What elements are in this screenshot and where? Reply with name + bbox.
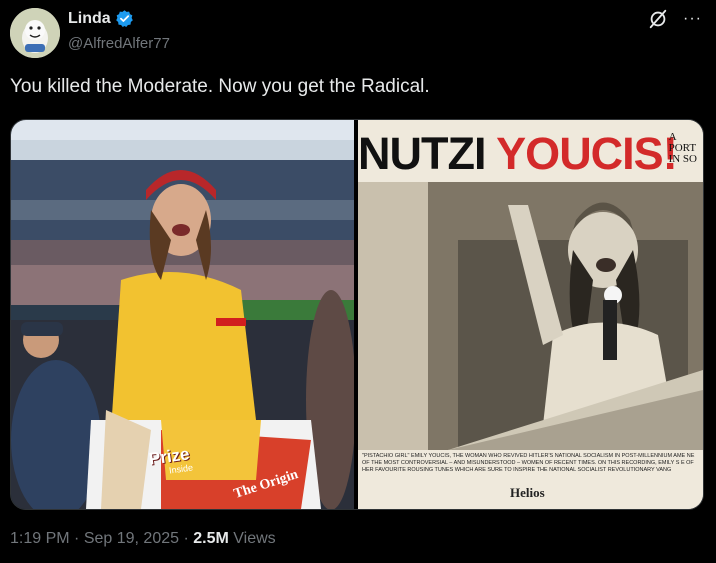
poster-photo[interactable]: NUTZI YOUCIS! A PORT IN SO "PISTACHIO GI… xyxy=(358,120,703,509)
tweet-text: You killed the Moderate. Now you get the… xyxy=(10,76,430,97)
stadium-photo[interactable]: Prize Inside The Origin xyxy=(11,120,354,509)
tweet-media[interactable]: Prize Inside The Origin NUTZI YOUCIS! A … xyxy=(10,119,704,510)
tweet-time[interactable]: 1:19 PM xyxy=(10,530,70,547)
meta-separator-1: · xyxy=(69,530,84,547)
poster-logo: Helios xyxy=(510,485,545,500)
views-count: 2.5M xyxy=(193,530,229,547)
poster-corner-text: A PORT IN SO xyxy=(669,132,697,165)
avatar-cartoon-icon xyxy=(10,8,60,58)
avatar[interactable] xyxy=(10,8,60,58)
poster-title-red: YOUCIS! xyxy=(496,128,678,179)
author-display-name[interactable]: Linda xyxy=(68,10,111,28)
views-label: Views xyxy=(228,530,276,547)
tweet-meta: 1:19 PM · Sep 19, 2025 · 2.5M Views xyxy=(10,530,276,548)
poster-caption: "PISTACHIO GIRL" EMILY YOUCIS, THE WOMAN… xyxy=(362,453,695,473)
author-handle[interactable]: @AlfredAlfer77 xyxy=(68,35,170,52)
more-icon[interactable]: ··· xyxy=(683,8,702,30)
poster-title: NUTZI YOUCIS! xyxy=(358,128,688,180)
poster-title-black: NUTZI xyxy=(358,128,497,179)
verified-badge-icon xyxy=(115,10,133,28)
grok-icon[interactable] xyxy=(647,8,669,30)
poster-corner-line3: IN SO xyxy=(668,153,697,165)
tweet-date[interactable]: Sep 19, 2025 xyxy=(84,530,179,547)
meta-separator-2: · xyxy=(179,530,194,547)
